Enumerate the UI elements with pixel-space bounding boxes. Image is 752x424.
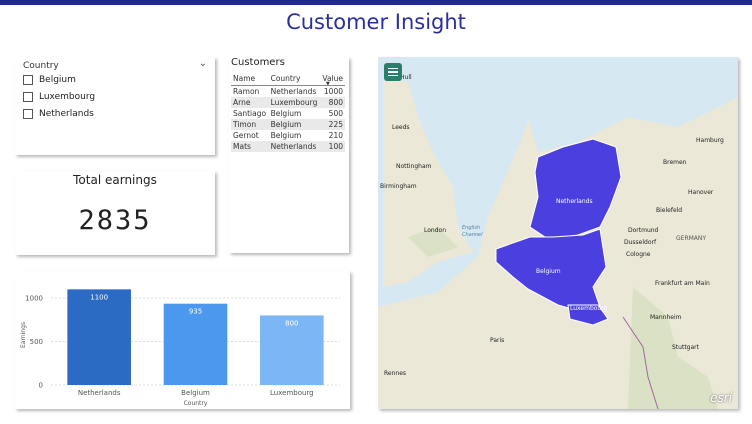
cell-country: Netherlands [270, 87, 317, 96]
map-label: Bremen [663, 159, 687, 166]
cell-country: Netherlands [268, 141, 321, 152]
table-row[interactable]: Timon Belgium 225 [231, 119, 345, 130]
earnings-bar-chart: 0 500 1000 1100 Netherlands 935 Belgium 800 Luxe… [15, 271, 350, 409]
data-label: 935 [189, 308, 202, 316]
map-label: Leeds [392, 124, 410, 131]
table-row[interactable]: Ramon Netherlands 1000 [231, 86, 345, 98]
esri-logo: esri [710, 391, 732, 405]
map-label: Frankfurt am Main [655, 280, 710, 287]
column-header-country[interactable]: Country [268, 71, 321, 86]
checkbox[interactable] [23, 92, 33, 102]
country-slicer: Country ⌄ Belgium Luxembourg Netherlands [15, 57, 215, 155]
map-label-belgium: Belgium [536, 268, 561, 275]
slicer-option-luxembourg[interactable]: Luxembourg [23, 90, 95, 104]
top-accent-bar [0, 0, 752, 5]
data-label: 800 [285, 319, 298, 327]
cell-value: 225 [320, 119, 345, 130]
cell-value: 800 [320, 97, 345, 108]
cell-name: Gernot [233, 131, 259, 140]
y-axis-title: Earnings [20, 322, 27, 348]
data-label: 1100 [90, 293, 108, 301]
map-label: Paris [490, 337, 504, 344]
cell-value: 100 [320, 141, 345, 152]
map-label: Dusseldorf [624, 239, 657, 246]
checkbox[interactable] [23, 109, 33, 119]
page-title: Customer Insight [286, 10, 466, 34]
map-label: Cologne [626, 251, 651, 258]
kpi-value: 2835 [78, 205, 152, 236]
y-tick-label: 0 [39, 382, 43, 390]
map-label: Channel [462, 232, 483, 238]
table-row[interactable]: Gernot Belgium 210 [231, 130, 345, 141]
slicer-header: Country [23, 61, 59, 71]
customers-table: Name Country Value ▼ Ramon Netherlands 10… [231, 71, 345, 152]
map-label: Bielefeld [656, 207, 682, 214]
bar-belgium[interactable] [163, 303, 228, 385]
cell-country: Luxembourg [268, 97, 321, 108]
map-label: Stuttgart [672, 344, 700, 351]
cell-name: Santiago [233, 109, 267, 118]
x-tick-label: Luxembourg [270, 389, 314, 397]
map-canvas[interactable]: Leeds Nottingham Birmingham London Engli… [378, 57, 738, 409]
kpi-label: Total earnings [73, 173, 157, 187]
map-label-netherlands: Netherlands [556, 198, 593, 205]
chevron-down-icon[interactable]: ⌄ [199, 58, 207, 69]
cell-value: 210 [328, 131, 343, 140]
checkbox[interactable] [23, 75, 33, 85]
map-label: London [424, 227, 446, 234]
cell-country: Belgium [270, 131, 302, 140]
column-header-value[interactable]: Value ▼ [320, 71, 345, 87]
cell-country: Belgium [270, 109, 302, 118]
cell-name: Arne [231, 97, 269, 108]
slicer-option-label: Luxembourg [39, 92, 96, 102]
country-map[interactable]: Leeds Nottingham Birmingham London Engli… [378, 57, 738, 409]
customers-table-card: Customers Name Country Value ▼ Ramon Neth… [229, 57, 349, 253]
x-tick-label: Belgium [181, 389, 210, 397]
map-label: Rennes [384, 370, 406, 377]
cell-name: Ramon [233, 87, 260, 96]
cell-name: Timon [231, 119, 269, 130]
map-label: GERMANY [676, 235, 706, 242]
bar-chart-svg: 0 500 1000 1100 Netherlands 935 Belgium 800 Luxe… [20, 289, 340, 407]
slicer-option-label: Netherlands [39, 109, 94, 119]
table-row[interactable]: Santiago Belgium 500 [231, 108, 345, 119]
cell-country: Belgium [268, 119, 321, 130]
cell-name: Mats [231, 141, 269, 152]
sort-desc-icon: ▼ [326, 81, 330, 87]
map-label: Birmingham [380, 183, 417, 190]
y-tick-label: 1000 [25, 295, 43, 303]
map-label: Mannheim [650, 314, 682, 321]
map-label: Dortmund [628, 227, 659, 234]
table-row[interactable]: Arne Luxembourg 800 [231, 97, 345, 108]
y-tick-label: 500 [30, 338, 43, 346]
map-label: Hamburg [696, 137, 724, 144]
total-earnings-card: Total earnings 2835 [15, 171, 215, 255]
table-row[interactable]: Mats Netherlands 100 [231, 141, 345, 152]
map-menu-button[interactable] [384, 63, 402, 81]
map-label: Nottingham [396, 163, 432, 170]
cell-value: 500 [328, 109, 343, 118]
slicer-option-netherlands[interactable]: Netherlands [23, 107, 94, 121]
x-tick-label: Netherlands [78, 389, 121, 397]
bar-netherlands[interactable] [67, 289, 131, 385]
map-label-luxembourg: Luxembourg [570, 305, 608, 312]
map-label: Hanover [688, 189, 714, 196]
x-axis-title: Country [184, 400, 208, 407]
slicer-option-belgium[interactable]: Belgium [23, 73, 76, 87]
table-title: Customers [231, 57, 285, 68]
map-label: English [462, 225, 480, 231]
slicer-option-label: Belgium [39, 75, 76, 85]
cell-value: 1000 [323, 87, 343, 96]
column-header-name[interactable]: Name [231, 71, 269, 86]
